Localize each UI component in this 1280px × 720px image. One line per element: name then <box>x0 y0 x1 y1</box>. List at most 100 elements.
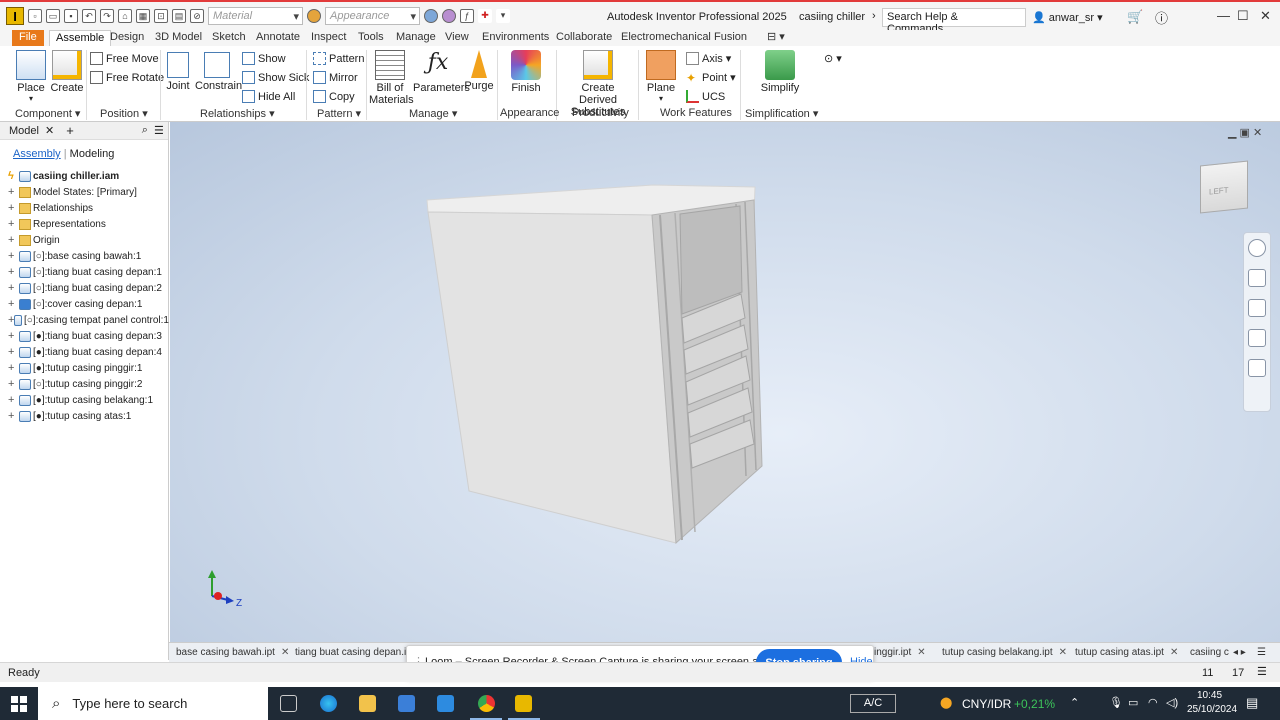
taskbar-search[interactable]: ⌕ Type here to search <box>38 687 268 720</box>
add-browser-tab-icon[interactable]: + <box>66 123 74 138</box>
open-icon[interactable]: ▭ <box>46 9 60 23</box>
tab-list-icon[interactable]: ☰ <box>1257 647 1266 658</box>
group-manage[interactable]: Manage ▾ <box>409 107 457 120</box>
close-tab-icon[interactable]: ✕ <box>917 647 925 658</box>
viewport-close-icon[interactable]: ✕ <box>1253 127 1262 139</box>
clock-date[interactable]: 25/10/2024 <box>1187 704 1237 715</box>
status-menu-icon[interactable]: ☰ <box>1257 665 1267 678</box>
tab-view[interactable]: View <box>445 30 469 46</box>
visibility-icon[interactable]: ⊘ <box>190 9 204 23</box>
ucs-button[interactable]: UCS <box>686 90 725 103</box>
viewport-minimize-icon[interactable]: ▁ <box>1228 127 1236 139</box>
clear-appearance-icon[interactable] <box>424 9 438 23</box>
expand-icon[interactable]: + <box>8 250 19 262</box>
expand-icon[interactable]: + <box>8 346 19 358</box>
measure-icon[interactable]: ⊡ <box>154 9 168 23</box>
search-icon[interactable]: ⌕ <box>142 124 148 137</box>
tab-annotate[interactable]: Annotate <box>256 30 300 46</box>
battery-icon[interactable]: ▭ <box>1128 696 1138 709</box>
user-account[interactable]: 👤 anwar_sr ▾ <box>1032 11 1103 24</box>
wifi-icon[interactable]: ◠ <box>1148 696 1158 709</box>
tab-file[interactable]: File <box>12 30 44 46</box>
show-sick-button[interactable]: Show Sick <box>242 71 309 84</box>
bill-of-materials-button[interactable]: Bill of Materials <box>369 50 414 106</box>
pattern-button[interactable]: Pattern <box>313 52 364 65</box>
free-rotate-button[interactable]: Free Rotate <box>90 71 164 84</box>
group-pattern[interactable]: Pattern ▾ <box>317 107 361 120</box>
add-icon[interactable]: ✚ <box>478 9 492 23</box>
axis-button[interactable]: Axis ▾ <box>686 52 731 65</box>
tree-item[interactable]: + [●]:tutup casing belakang:1 <box>0 392 169 408</box>
graphics-viewport[interactable] <box>170 122 1280 642</box>
expand-icon[interactable]: + <box>8 378 19 390</box>
parameters-button[interactable]: ƒx Parameters <box>413 50 470 94</box>
tab-assembly[interactable]: Assembly <box>13 148 61 160</box>
help-icon[interactable]: ⓘ <box>1155 8 1168 27</box>
place-button[interactable]: Place ▾ <box>14 50 48 103</box>
selection-filter-icon[interactable]: ▤ <box>172 9 186 23</box>
tree-item[interactable]: + [●]:tiang buat casing depan:3 <box>0 328 169 344</box>
tree-item[interactable]: + [●]:tutup casing pinggir:1 <box>0 360 169 376</box>
doc-tab[interactable]: tiang buat casing depan.i <box>295 647 406 658</box>
expand-icon[interactable]: + <box>8 218 19 230</box>
doc-tab[interactable]: tutup casing atas.ipt ✕ <box>1075 647 1178 658</box>
steering-wheel-icon[interactable] <box>1248 239 1266 257</box>
look-at-icon[interactable] <box>1248 359 1266 377</box>
create-button[interactable]: Create <box>50 50 84 94</box>
tab-electromechanical[interactable]: Electromechanical <box>621 30 711 46</box>
free-move-button[interactable]: Free Move <box>90 52 159 65</box>
show-button[interactable]: Show <box>242 52 286 65</box>
close-tab-icon[interactable]: ✕ <box>281 647 289 658</box>
expand-icon[interactable]: + <box>8 282 19 294</box>
customize-icon[interactable]: ▾ <box>496 9 510 23</box>
close-tab-icon[interactable]: ✕ <box>1059 647 1067 658</box>
expand-icon[interactable]: + <box>8 186 19 198</box>
tree-item[interactable]: + [○]:cover casing depan:1 <box>0 296 169 312</box>
tab-inspect[interactable]: Inspect <box>311 30 346 46</box>
expand-icon[interactable]: + <box>8 234 19 246</box>
home-icon[interactable]: ⌂ <box>118 9 132 23</box>
new-icon[interactable]: ▫ <box>28 9 42 23</box>
file-explorer-icon[interactable] <box>359 695 376 712</box>
chevron-right-icon[interactable]: › <box>872 10 876 22</box>
tree-item[interactable]: + [○]:base casing bawah:1 <box>0 248 169 264</box>
currency-pair[interactable]: CNY/IDR <box>962 697 1011 711</box>
notifications-icon[interactable]: ▤ <box>1246 695 1258 711</box>
ribbon-options-icon[interactable]: ⊙ ▾ <box>824 52 842 65</box>
edge-icon[interactable] <box>320 695 337 712</box>
tree-item[interactable]: + [○]:casing tempat panel control:1 <box>0 312 169 328</box>
undo-icon[interactable]: ↶ <box>82 9 96 23</box>
task-view-icon[interactable] <box>280 695 297 712</box>
tab-collaborate[interactable]: Collaborate <box>556 30 612 46</box>
group-simplification[interactable]: Simplification ▾ <box>745 107 818 120</box>
tree-item[interactable]: + Origin <box>0 232 169 248</box>
group-position[interactable]: Position ▾ <box>100 107 148 120</box>
group-component[interactable]: Component ▾ <box>15 107 80 120</box>
simplify-button[interactable]: Simplify <box>759 50 801 94</box>
tab-environments[interactable]: Environments <box>482 30 549 46</box>
purge-button[interactable]: Purge <box>464 50 494 92</box>
chrome-icon[interactable] <box>478 695 495 712</box>
minimize-button[interactable]: — <box>1217 8 1230 23</box>
tree-item[interactable]: + [○]:tutup casing pinggir:2 <box>0 376 169 392</box>
tab-sketch[interactable]: Sketch <box>212 30 246 46</box>
ribbon-display-toggle-icon[interactable]: ⊟ ▾ <box>767 30 785 46</box>
tree-item[interactable]: + Relationships <box>0 200 169 216</box>
expand-icon[interactable]: + <box>8 362 19 374</box>
tree-item[interactable]: + [○]:tiang buat casing depan:2 <box>0 280 169 296</box>
maximize-button[interactable]: ☐ <box>1237 8 1249 24</box>
microphone-icon[interactable]: 🎙 <box>1109 696 1123 709</box>
stocks-icon[interactable]: ⬤ <box>940 696 952 709</box>
tab-manage[interactable]: Manage <box>396 30 436 46</box>
fx-icon[interactable]: ƒ <box>460 9 474 23</box>
tab-fusion[interactable]: Fusion <box>714 30 747 46</box>
zoom-icon[interactable] <box>1248 299 1266 317</box>
appearance-icon[interactable] <box>307 9 321 23</box>
mirror-button[interactable]: Mirror <box>313 71 358 84</box>
adjust-appearance-icon[interactable] <box>442 9 456 23</box>
pan-icon[interactable] <box>1248 269 1266 287</box>
tab-3d-model[interactable]: 3D Model <box>155 30 202 46</box>
orbit-icon[interactable] <box>1248 329 1266 347</box>
select-icon[interactable]: ▦ <box>136 9 150 23</box>
doc-tab[interactable]: tutup casing belakang.ipt ✕ <box>942 647 1067 658</box>
